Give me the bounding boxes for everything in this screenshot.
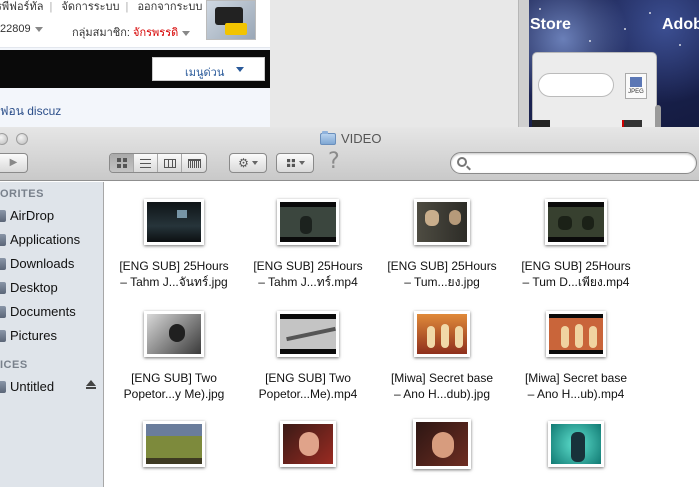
web-link[interactable]: จัดการระบบ [61, 1, 119, 13]
coverflow-view-button[interactable] [182, 154, 206, 172]
coverflow-icon [187, 158, 201, 168]
file-item[interactable]: [ENG SUB] 25Hours – Tahm J...จันทร์.jpg [109, 199, 239, 290]
chevron-down-icon [236, 67, 244, 72]
column-view-button[interactable] [158, 154, 182, 172]
desktop: รพีฟอร์ทัล | จัดการระบบ | ออกจากระบบ 22809… [0, 0, 699, 487]
file-item[interactable] [377, 419, 507, 469]
titlebar: VIDEO ▶ ⚙ ? [0, 127, 699, 181]
forward-button[interactable]: ▶ [0, 153, 28, 173]
file-thumbnail [280, 421, 336, 467]
documents-icon [0, 305, 6, 318]
arrange-menu-button[interactable] [276, 153, 314, 173]
chevron-down-icon [298, 161, 305, 165]
grid-icon [116, 158, 127, 168]
downloads-icon [0, 257, 6, 270]
drive-icon [0, 380, 6, 393]
web-member-group[interactable]: กลุ่มสมาชิก: จักรพรรดิ [72, 23, 191, 41]
file-name: [ENG SUB] Two Popetor...y Me).jpg [123, 371, 225, 401]
help-icon[interactable]: ? [328, 149, 340, 174]
file-name: [ENG SUB] 25Hours – Tahm J...ทร์.mp4 [253, 259, 363, 289]
file-name: [ENG SUB] 25Hours – Tahm J...จันทร์.jpg [119, 259, 229, 289]
finder-window: VIDEO ▶ ⚙ ? ORITES AirDrop Applications … [0, 127, 699, 487]
file-name: [ENG SUB] 25Hours – Tum D...เพียง.mp4 [521, 259, 631, 289]
file-item[interactable] [109, 421, 239, 467]
search-field[interactable] [450, 152, 697, 174]
close-window-button[interactable] [0, 133, 8, 145]
file-thumbnail [546, 311, 606, 357]
applications-icon [0, 233, 6, 246]
file-item[interactable] [243, 421, 373, 467]
list-view-button[interactable] [134, 154, 158, 172]
airdrop-icon [0, 209, 6, 222]
devices-header: ICES [0, 359, 28, 371]
sidebar-item-pictures[interactable]: Pictures [0, 328, 57, 343]
background-window-gap [270, 0, 520, 130]
icon-view-button[interactable] [110, 154, 134, 172]
breadcrumb[interactable]: ฟอน discuz [0, 102, 61, 121]
file-thumbnail [143, 421, 205, 467]
arrange-icon [286, 159, 295, 167]
file-item[interactable]: [ENG SUB] 25Hours – Tum...ยง.jpg [377, 199, 507, 290]
eject-icon[interactable] [86, 380, 96, 389]
adobe-label[interactable]: Adob [662, 16, 699, 34]
sidebar-item-documents[interactable]: Documents [0, 304, 76, 319]
sidebar-item-applications[interactable]: Applications [0, 232, 80, 247]
search-icon [457, 157, 467, 167]
file-thumbnail [414, 311, 470, 357]
file-item[interactable]: [ENG SUB] Two Popetor...y Me).jpg [109, 311, 239, 402]
minimize-window-button[interactable] [16, 133, 28, 145]
sidebar: ORITES AirDrop Applications Downloads De… [0, 182, 104, 487]
gear-icon: ⚙ [238, 156, 249, 170]
jpeg-file-icon[interactable]: JPEG [625, 73, 647, 99]
file-name: [ENG SUB] 25Hours – Tum...ยง.jpg [387, 259, 497, 289]
file-item[interactable]: [Miwa] Secret base – Ano H...ub).mp4 [511, 311, 641, 402]
web-stats[interactable]: 22809 [0, 23, 43, 35]
file-item[interactable]: [Miwa] Secret base – Ano H...dub).jpg [377, 311, 507, 402]
desktop-icon [0, 281, 6, 294]
file-thumbnail [548, 421, 604, 467]
sidebar-item-downloads[interactable]: Downloads [0, 256, 74, 271]
web-top-links: รพีฟอร์ทัล | จัดการระบบ | ออกจากระบบ [0, 0, 208, 15]
sidebar-item-airdrop[interactable]: AirDrop [0, 208, 54, 223]
web-link[interactable]: ออกจากระบบ [137, 1, 202, 13]
file-thumbnail [277, 311, 339, 357]
file-name: [Miwa] Secret base – Ano H...ub).mp4 [524, 371, 628, 401]
app-store-label[interactable]: Store [530, 16, 571, 34]
folder-icon [320, 130, 336, 145]
sidebar-item-desktop[interactable]: Desktop [0, 280, 58, 295]
file-thumbnail [144, 311, 204, 357]
file-item[interactable]: [ENG SUB] 25Hours – Tahm J...ทร์.mp4 [243, 199, 373, 290]
file-grid: [ENG SUB] 25Hours – Tahm J...จันทร์.jpg [… [105, 182, 699, 487]
chevron-down-icon [251, 161, 258, 165]
web-topbar: รพีฟอร์ทัล | จัดการระบบ | ออกจากระบบ 22809… [0, 0, 270, 48]
file-name: [ENG SUB] Two Popetor...Me).mp4 [258, 371, 358, 401]
file-name: [Miwa] Secret base – Ano H...dub).jpg [390, 371, 494, 401]
quick-menu-button[interactable]: เมนูด่วน [152, 57, 265, 81]
view-mode-control [109, 153, 207, 173]
avatar[interactable] [206, 0, 256, 40]
sidebar-item-untitled[interactable]: Untitled [0, 379, 54, 394]
file-item[interactable] [511, 421, 641, 467]
file-thumbnail [413, 419, 471, 469]
background-search-field[interactable] [538, 73, 614, 97]
file-thumbnail [144, 199, 204, 245]
list-icon [140, 158, 151, 168]
action-menu-button[interactable]: ⚙ [229, 153, 267, 173]
pictures-icon [0, 329, 6, 342]
favorites-header: ORITES [0, 188, 44, 200]
file-thumbnail [414, 199, 470, 245]
web-link[interactable]: รพีฟอร์ทัล [0, 1, 43, 13]
columns-icon [163, 158, 176, 168]
file-item[interactable]: [ENG SUB] 25Hours – Tum D...เพียง.mp4 [511, 199, 641, 290]
file-item[interactable]: [ENG SUB] Two Popetor...Me).mp4 [243, 311, 373, 402]
file-thumbnail [545, 199, 607, 245]
file-thumbnail [277, 199, 339, 245]
window-title: VIDEO [320, 130, 381, 146]
